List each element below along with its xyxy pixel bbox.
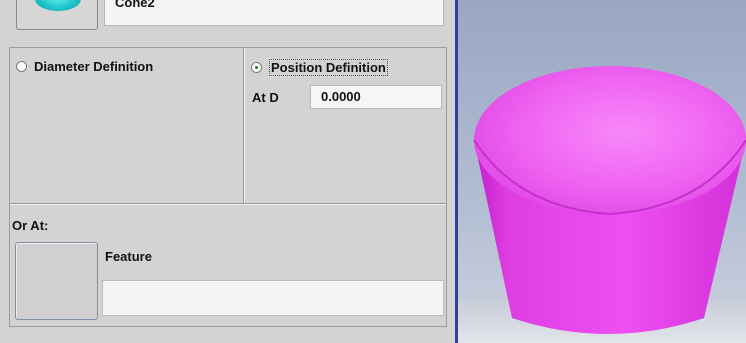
vertical-divider	[243, 48, 245, 204]
feature-thumbnail-button[interactable]	[16, 0, 98, 30]
truncated-cone-model	[458, 66, 746, 343]
position-definition-label: Position Definition	[269, 59, 388, 76]
3d-viewport[interactable]	[458, 0, 746, 343]
cone-top-surface	[474, 66, 746, 214]
diameter-definition-radio[interactable]	[16, 61, 27, 72]
at-d-label: At D	[252, 90, 279, 105]
position-definition-radio[interactable]	[251, 62, 262, 73]
at-d-input[interactable]: 0.0000	[310, 85, 442, 109]
or-at-label: Or At:	[12, 218, 49, 233]
horizontal-divider	[10, 203, 446, 205]
at-d-value: 0.0000	[321, 89, 361, 104]
feature-select-button[interactable]	[15, 242, 98, 320]
feature-name-field[interactable]: Cone2	[104, 0, 444, 26]
position-definition-option[interactable]: Position Definition	[251, 59, 388, 76]
cone-icon	[35, 0, 81, 11]
feature-dialog-panel: Cone2 Diameter Definition Position Defin…	[0, 0, 455, 343]
feature-name-value: Cone2	[115, 0, 155, 10]
diameter-definition-label: Diameter Definition	[34, 59, 154, 74]
diameter-definition-option[interactable]: Diameter Definition	[16, 59, 153, 74]
feature-label: Feature	[105, 249, 152, 264]
feature-input[interactable]	[102, 280, 444, 316]
